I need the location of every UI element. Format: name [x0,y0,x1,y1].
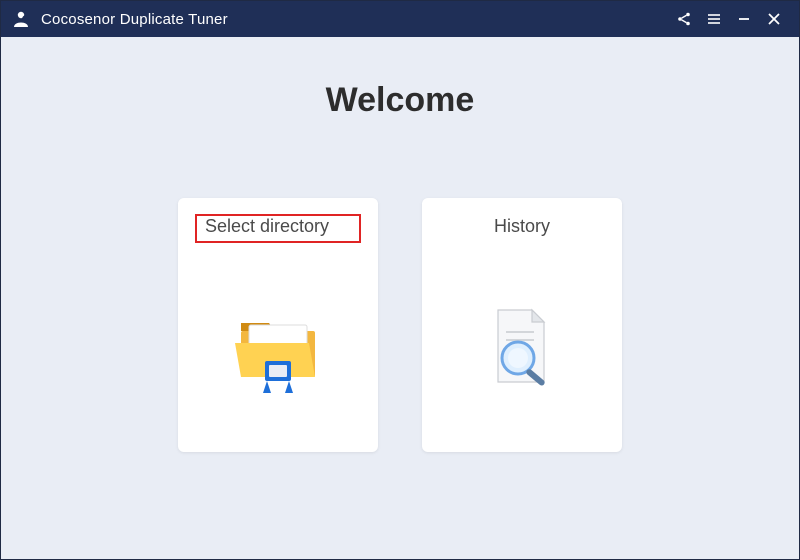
card-row: Select directory [1,198,799,452]
share-icon [676,11,692,27]
select-directory-label: Select directory [195,214,361,243]
app-window: Cocosenor Duplicate Tuner [0,0,800,560]
history-card[interactable]: History [422,198,622,452]
app-logo-icon [11,9,31,29]
minimize-icon [736,11,752,27]
minimize-button[interactable] [729,1,759,37]
hamburger-icon [706,11,722,27]
history-label: History [488,214,556,239]
page-title: Welcome [1,81,799,120]
close-icon [766,11,782,27]
close-button[interactable] [759,1,789,37]
share-button[interactable] [669,1,699,37]
folder-explorer-icon [178,243,378,452]
select-directory-card[interactable]: Select directory [178,198,378,452]
main-content: Welcome Select directory [1,37,799,559]
app-title: Cocosenor Duplicate Tuner [41,11,228,28]
titlebar: Cocosenor Duplicate Tuner [1,1,799,37]
menu-button[interactable] [699,1,729,37]
document-search-icon [422,239,622,452]
